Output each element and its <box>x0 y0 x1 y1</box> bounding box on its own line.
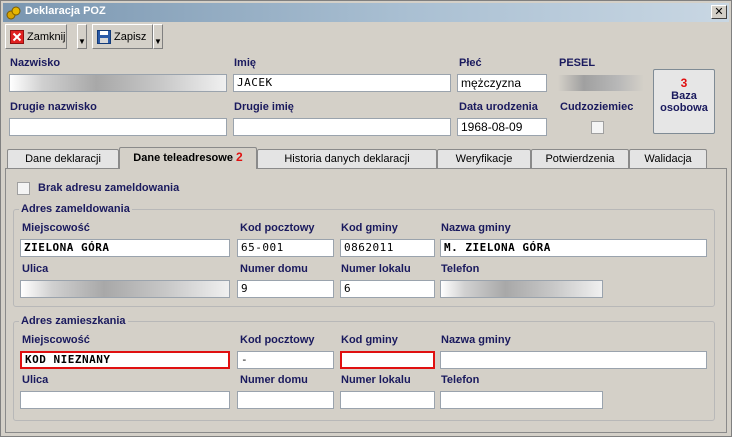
zamieszk-ulica-label: Ulica <box>22 374 49 386</box>
zamieszk-telefon-field[interactable] <box>440 391 603 409</box>
window: Deklaracja POZ ✕ Zamknij ▼ Zapisz ▼ Nazw… <box>0 0 732 437</box>
brak-adresu-label: Brak adresu zameldowania <box>38 182 180 194</box>
tab-label: Historia danych deklaracji <box>284 153 410 165</box>
brak-adresu-checkbox[interactable] <box>17 182 30 195</box>
zam-kod-gminy-label: Kod gminy <box>341 222 398 234</box>
tab-label: Potwierdzenia <box>545 153 615 165</box>
zamieszk-kod-gminy-field[interactable] <box>340 351 435 369</box>
zam-telefon-field[interactable] <box>440 280 603 298</box>
nazwisko-label: Nazwisko <box>10 57 61 69</box>
zamieszk-miejscowosc-field[interactable]: KOD NIEZNANY <box>20 351 230 369</box>
tab-dane-teleadresowe[interactable]: Dane teleadresowe 2 <box>119 147 257 169</box>
zamieszk-kod-pocztowy-field[interactable]: - <box>237 351 334 369</box>
zamieszk-miejscowosc-label: Miejscowość <box>22 334 90 346</box>
tab-dane-deklaracji[interactable]: Dane deklaracji <box>7 149 119 168</box>
tab-label: Dane deklaracji <box>25 153 101 165</box>
zam-miejscowosc-field[interactable]: ZIELONA GÓRA <box>20 239 230 257</box>
zamieszk-numer-domu-label: Numer domu <box>240 374 308 386</box>
tab-label: Weryfikacje <box>455 153 513 165</box>
drugie-nazwisko-field[interactable] <box>9 118 227 136</box>
zam-numer-domu-label: Numer domu <box>240 263 308 275</box>
drugie-imie-label: Drugie imię <box>234 101 294 113</box>
zamieszk-numer-lokalu-field[interactable] <box>340 391 435 409</box>
nazwisko-field[interactable] <box>9 74 227 92</box>
data-urodzenia-label: Data urodzenia <box>459 101 538 113</box>
zamieszk-kod-pocztowy-label: Kod pocztowy <box>240 334 315 346</box>
tab-walidacja[interactable]: Walidacja <box>629 149 707 168</box>
pesel-field[interactable] <box>557 74 645 92</box>
zamieszk-numer-domu-field[interactable] <box>237 391 334 409</box>
tab-badge: 2 <box>236 150 243 164</box>
dropdown-arrow-icon: ▼ <box>154 37 162 46</box>
data-urodzenia-field[interactable]: 1968-08-09 <box>457 118 547 136</box>
window-close-button[interactable]: ✕ <box>711 5 727 19</box>
close-tool-dropdown[interactable]: ▼ <box>77 24 87 49</box>
title-bar[interactable]: Deklaracja POZ ✕ <box>3 3 729 22</box>
drugie-imie-field[interactable] <box>233 118 451 136</box>
zam-kod-gminy-field[interactable]: 0862011 <box>340 239 435 257</box>
baza-osobowa-button[interactable]: 3 Baza osobowa <box>653 69 715 134</box>
zamieszk-nazwa-gminy-label: Nazwa gminy <box>441 334 511 346</box>
tab-weryfikacje[interactable]: Weryfikacje <box>437 149 531 168</box>
zamieszk-ulica-field[interactable] <box>20 391 230 409</box>
zam-telefon-label: Telefon <box>441 263 480 275</box>
close-tool-label: Zamknij <box>27 30 66 43</box>
baza-label-line1: Baza <box>671 90 697 102</box>
close-tool-button[interactable]: Zamknij <box>5 24 67 49</box>
zam-ulica-field[interactable] <box>20 280 230 298</box>
pesel-label: PESEL <box>559 57 596 69</box>
zam-ulica-label: Ulica <box>22 263 49 275</box>
zam-miejscowosc-label: Miejscowość <box>22 222 90 234</box>
imie-field[interactable]: JACEK <box>233 74 451 92</box>
imie-label: Imię <box>234 57 257 69</box>
zamieszk-nazwa-gminy-field[interactable] <box>440 351 707 369</box>
zam-kod-pocztowy-label: Kod pocztowy <box>240 222 315 234</box>
tab-label: Walidacja <box>644 153 692 165</box>
zamieszk-kod-gminy-label: Kod gminy <box>341 334 398 346</box>
floppy-disk-icon <box>97 29 111 44</box>
adres-zameldowania-title: Adres zameldowania <box>19 203 132 215</box>
baza-count: 3 <box>680 76 688 90</box>
zam-numer-lokalu-field[interactable]: 6 <box>340 280 435 298</box>
cudzoziemiec-checkbox[interactable] <box>591 121 604 134</box>
tab-label: Dane teleadresowe <box>133 152 233 164</box>
plec-label: Płeć <box>459 57 482 69</box>
save-tool-button[interactable]: Zapisz <box>92 24 153 49</box>
window-title: Deklaracja POZ <box>25 5 106 17</box>
tab-historia-danych-deklaracji[interactable]: Historia danych deklaracji <box>257 149 437 168</box>
medal-icon <box>6 6 21 20</box>
dropdown-arrow-icon: ▼ <box>78 37 86 46</box>
adres-zamieszkania-title: Adres zamieszkania <box>19 315 128 327</box>
save-tool-label: Zapisz <box>114 30 147 43</box>
cudzoziemiec-label: Cudzoziemiec <box>560 101 634 113</box>
zam-kod-pocztowy-field[interactable]: 65-001 <box>237 239 334 257</box>
drugie-nazwisko-label: Drugie nazwisko <box>10 101 97 113</box>
red-x-icon <box>10 29 24 44</box>
zam-numer-lokalu-label: Numer lokalu <box>341 263 411 275</box>
zamieszk-telefon-label: Telefon <box>441 374 480 386</box>
baza-label-line2: osobowa <box>660 102 708 114</box>
zam-numer-domu-field[interactable]: 9 <box>237 280 334 298</box>
zam-nazwa-gminy-field[interactable]: M. ZIELONA GÓRA <box>440 239 707 257</box>
tab-potwierdzenia[interactable]: Potwierdzenia <box>531 149 629 168</box>
zamieszk-numer-lokalu-label: Numer lokalu <box>341 374 411 386</box>
save-tool-dropdown[interactable]: ▼ <box>153 24 163 49</box>
plec-field[interactable]: mężczyzna <box>457 74 547 92</box>
tab-strip: Dane deklaracji Dane teleadresowe 2 Hist… <box>7 147 727 169</box>
zam-nazwa-gminy-label: Nazwa gminy <box>441 222 511 234</box>
